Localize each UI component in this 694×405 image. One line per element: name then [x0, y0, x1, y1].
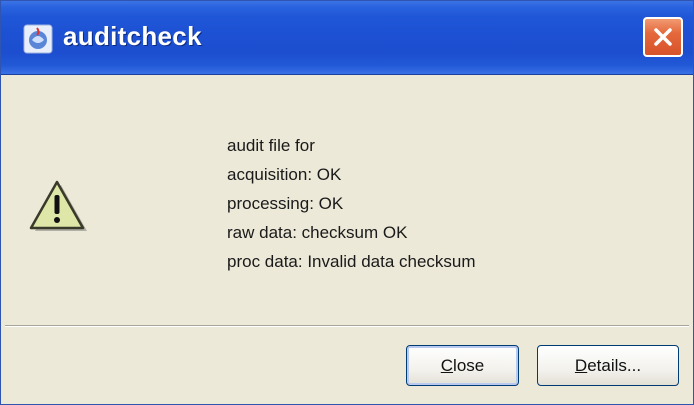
dialog-window: auditcheck audit file for acquisition: O…: [0, 0, 694, 405]
message-line: processing: OK: [227, 194, 344, 213]
message-line: audit file for: [227, 136, 315, 155]
close-icon: [654, 28, 672, 46]
details-button-mnemonic: D: [574, 355, 588, 375]
message-line: acquisition: OK: [227, 165, 342, 184]
message-line: proc data: Invalid data checksum: [227, 252, 476, 271]
close-button-label: lose: [453, 355, 485, 375]
window-title: auditcheck: [63, 21, 202, 51]
message-line: raw data: checksum OK: [227, 223, 408, 242]
message-text: audit file for acquisition: OK processin…: [227, 131, 476, 276]
details-button[interactable]: Details...: [537, 345, 679, 386]
dialog-content: audit file for acquisition: OK processin…: [1, 75, 693, 323]
warning-icon: [29, 180, 87, 231]
close-button[interactable]: Close: [406, 345, 519, 386]
java-app-icon: [23, 24, 53, 54]
separator: [5, 325, 689, 327]
window-close-button[interactable]: [643, 17, 683, 57]
title-bar[interactable]: auditcheck: [1, 1, 693, 75]
close-button-mnemonic: C: [440, 355, 454, 375]
details-button-label: etails...: [587, 355, 642, 375]
